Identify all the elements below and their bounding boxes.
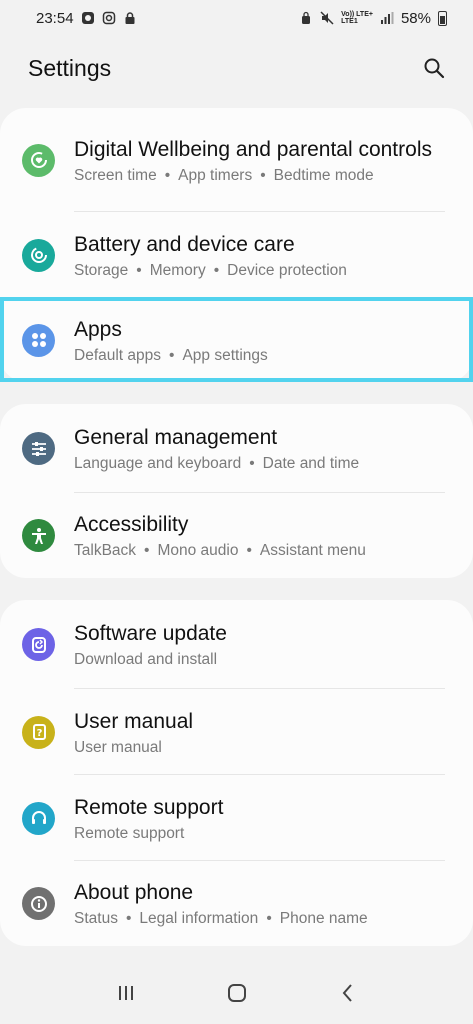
recents-button[interactable] bbox=[106, 973, 146, 1013]
signal-strength-icon bbox=[380, 12, 394, 24]
battery-icon bbox=[438, 10, 447, 26]
row-subtitle: Phone name bbox=[279, 910, 368, 927]
row-subtitle: Screen time bbox=[74, 166, 157, 184]
row-subtitle: TalkBack bbox=[74, 542, 137, 559]
row-user-manual[interactable]: ? User manual User manual bbox=[0, 689, 473, 775]
network-type-bottom: LTE1 bbox=[341, 18, 358, 25]
row-title: General management bbox=[74, 426, 278, 449]
gallery-notification-icon bbox=[81, 12, 94, 24]
row-title: Remote support bbox=[74, 795, 224, 819]
row-subtitle: Default apps bbox=[74, 346, 162, 364]
row-subtitle: Download and install bbox=[74, 651, 218, 668]
general-management-icon bbox=[22, 432, 55, 465]
software-update-icon bbox=[22, 628, 55, 661]
back-button[interactable] bbox=[328, 973, 368, 1013]
row-title: Apps bbox=[74, 317, 122, 341]
svg-text:?: ? bbox=[36, 728, 42, 739]
accessibility-icon bbox=[22, 519, 55, 552]
row-subtitle: Device protection bbox=[227, 261, 347, 279]
status-time: 23:54 bbox=[36, 9, 74, 27]
row-subtitle: App timers bbox=[178, 166, 253, 184]
apps-icon bbox=[22, 323, 55, 357]
row-remote-support[interactable]: Remote support Remote support bbox=[0, 775, 473, 861]
row-title: About phone bbox=[74, 881, 194, 904]
row-battery-device-care[interactable]: Battery and device care Storage • Memory •… bbox=[0, 212, 473, 298]
home-button[interactable] bbox=[217, 973, 257, 1013]
row-subtitle: Status bbox=[74, 910, 118, 927]
row-subtitle: Storage bbox=[74, 261, 129, 279]
row-subtitle: Language and keyboard bbox=[74, 455, 242, 472]
remote-support-icon bbox=[22, 801, 55, 835]
navigation-bar bbox=[0, 962, 473, 1024]
row-about-phone[interactable]: About phone Status • Legal information • P… bbox=[0, 861, 473, 946]
row-title: Accessibility bbox=[74, 513, 189, 536]
recents-icon bbox=[118, 986, 133, 1000]
row-title: Battery and device care bbox=[74, 232, 295, 256]
header: Settings bbox=[0, 48, 473, 88]
row-general-management[interactable]: General management Language and keyboard… bbox=[0, 404, 473, 493]
instagram-notification-icon bbox=[102, 11, 115, 25]
row-subtitle: Memory bbox=[149, 261, 206, 279]
battery-percent: 58% bbox=[400, 9, 431, 27]
row-subtitle: Legal information bbox=[139, 910, 259, 927]
row-subtitle: Remote support bbox=[74, 824, 185, 842]
search-button[interactable] bbox=[421, 55, 447, 81]
settings-group-3: Software update Download and install ? U… bbox=[0, 600, 473, 946]
row-subtitle: Bedtime mode bbox=[273, 166, 374, 184]
row-apps[interactable]: Apps Default apps • App settings bbox=[0, 298, 473, 382]
alarm-lock-icon bbox=[302, 11, 311, 24]
row-title: User manual bbox=[74, 709, 194, 733]
row-digital-wellbeing[interactable]: Digital Wellbeing and parental controls … bbox=[0, 108, 473, 212]
device-care-icon bbox=[22, 238, 55, 272]
row-subtitle: Assistant menu bbox=[259, 542, 366, 559]
user-manual-icon: ? bbox=[22, 715, 55, 749]
row-software-update[interactable]: Software update Download and install bbox=[0, 600, 473, 689]
status-bar: 23:54 Vo)) LTE+ LTE1 58% bbox=[0, 0, 473, 36]
settings-screen: 23:54 Vo)) LTE+ LTE1 58% Settings Digita… bbox=[0, 0, 473, 1024]
row-subtitle: User manual bbox=[74, 738, 162, 756]
home-icon bbox=[227, 984, 246, 1002]
row-subtitle: App settings bbox=[182, 346, 268, 364]
network-type-top: Vo)) LTE+ bbox=[341, 11, 373, 18]
page-title: Settings bbox=[28, 54, 112, 81]
row-title: Software update bbox=[74, 622, 227, 645]
row-subtitle: Date and time bbox=[262, 455, 360, 472]
settings-group-2: General management Language and keyboard… bbox=[0, 404, 473, 578]
search-icon bbox=[424, 58, 445, 79]
back-icon bbox=[342, 984, 352, 1002]
row-accessibility[interactable]: Accessibility TalkBack • Mono audio • Assi… bbox=[0, 493, 473, 578]
about-phone-icon bbox=[22, 887, 55, 920]
row-title: Digital Wellbeing and parental controls bbox=[74, 137, 432, 161]
mute-icon bbox=[320, 11, 334, 25]
lock-notification-icon bbox=[125, 12, 135, 24]
row-subtitle: Mono audio bbox=[157, 542, 239, 559]
digital-wellbeing-icon bbox=[22, 143, 55, 177]
settings-group-1: Digital Wellbeing and parental controls … bbox=[0, 108, 473, 382]
